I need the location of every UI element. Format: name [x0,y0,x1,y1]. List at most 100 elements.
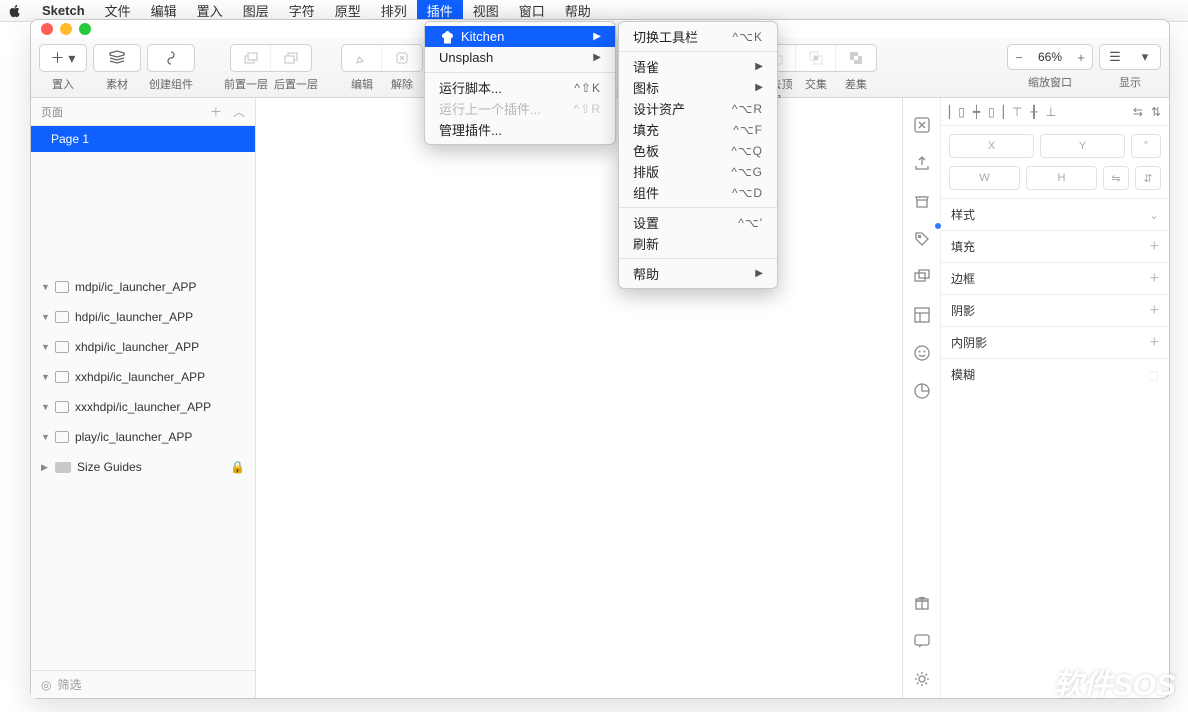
view-label: 显示 [1119,74,1141,90]
flip-h-icon[interactable]: ⇋ [1103,166,1129,190]
shadow-section[interactable]: 阴影+ [941,294,1169,326]
view-toggle-button[interactable]: ☰ [1100,49,1130,65]
close-button[interactable] [41,23,53,35]
chef-icon [439,29,455,45]
create-symbol-button[interactable] [148,45,194,71]
align-bot-icon[interactable]: ⊥ [1046,105,1056,119]
view-dropdown-button[interactable]: ▾ [1130,49,1160,65]
zoom-control[interactable]: − 66% + [1007,44,1093,70]
add-page-icon[interactable]: ＋ [210,105,222,119]
align-right-icon[interactable]: ▯▕ [988,105,1004,119]
components[interactable]: 组件^⌥D [619,182,777,203]
minimize-button[interactable] [60,23,72,35]
layer-item[interactable]: ▼hdpi/ic_launcher_APP [31,302,255,332]
maximize-button[interactable] [79,23,91,35]
settings[interactable]: 设置^⌥' [619,212,777,233]
palette[interactable]: 色板^⌥Q [619,140,777,161]
strip-smiley-icon[interactable] [903,334,941,372]
layer-item[interactable]: ▼play/ic_launcher_APP [31,422,255,452]
strip-gift-icon[interactable] [903,584,941,622]
send-backward-button[interactable] [271,45,311,71]
left-panel: 页面 ＋ ︿ Page 1 ▼mdpi/ic_launcher_APP ▼hdp… [31,98,256,698]
layer-item[interactable]: ▼xxxhdpi/ic_launcher_APP [31,392,255,422]
lock-icon[interactable]: 🔒 [230,460,245,474]
strip-store-icon[interactable] [903,182,941,220]
plugins-menu: Kitchen ▶ Unsplash▶ 运行脚本...^⇧K 运行上一个插件..… [424,21,616,145]
border-section[interactable]: 边框+ [941,262,1169,294]
zoom-in-button[interactable]: + [1070,50,1092,65]
w-field[interactable]: W [949,166,1020,190]
blur-section[interactable]: 模糊▢ [941,358,1169,390]
inner-shadow-section[interactable]: 内阴影+ [941,326,1169,358]
app-name[interactable]: Sketch [32,1,95,20]
strip-layout-icon[interactable] [903,296,941,334]
strip-settings-icon[interactable] [903,660,941,698]
design-assets[interactable]: 设计资产^⌥R [619,98,777,119]
align-left-icon[interactable]: ▏▯ [949,105,965,119]
zoom-label: 缩放窗口 [1028,74,1072,90]
notification-dot [934,222,942,230]
intersect-button[interactable] [796,45,836,71]
fill[interactable]: 填充^⌥F [619,119,777,140]
assets-label: 素材 [94,76,140,92]
align-center-icon[interactable]: ┿ [973,105,980,119]
help[interactable]: 帮助▶ [619,263,777,284]
kitchen-strip [903,98,941,698]
align-mid-icon[interactable]: ╂ [1030,105,1037,119]
layer-item[interactable]: ▼mdpi/ic_launcher_APP [31,272,255,302]
zoom-value[interactable]: 66% [1030,50,1070,64]
right-panel: ▏▯ ┿ ▯▕ ⊤ ╂ ⊥ ⇆ ⇅ X Y ° W H [902,98,1169,698]
apple-icon[interactable] [8,4,22,18]
filter-label: 筛选 [57,676,81,693]
h-field[interactable]: H [1026,166,1097,190]
collapse-pages-icon[interactable]: ︿ [233,105,245,119]
backward-label: 后置一层 [271,76,321,92]
forward-label: 前置一层 [221,76,271,92]
strip-upload-icon[interactable] [903,144,941,182]
unlink-label: 解除 [382,76,422,92]
strip-chart-icon[interactable] [903,372,941,410]
insert-label: 置入 [40,76,86,92]
plugin-unsplash[interactable]: Unsplash▶ [425,47,615,68]
manage-plugins[interactable]: 管理插件... [425,119,615,140]
y-field[interactable]: Y [1040,134,1125,158]
difference-button[interactable] [836,45,876,71]
layer-item[interactable]: ▼xxhdpi/ic_launcher_APP [31,362,255,392]
yuque[interactable]: 语雀▶ [619,56,777,77]
distribute-h-icon[interactable]: ⇆ [1133,105,1143,119]
plugin-kitchen[interactable]: Kitchen ▶ [425,26,615,47]
toggle-toolbar[interactable]: 切换工具栏^⌥K [619,26,777,47]
strip-message-icon[interactable] [903,622,941,660]
icons[interactable]: 图标▶ [619,77,777,98]
refresh[interactable]: 刷新 [619,233,777,254]
align-toolbar: ▏▯ ┿ ▯▕ ⊤ ╂ ⊥ ⇆ ⇅ [941,98,1169,126]
bring-forward-button[interactable] [231,45,271,71]
run-prev-script: 运行上一个插件...^⇧R [425,98,615,119]
layer-item[interactable]: ▼xhdpi/ic_launcher_APP [31,332,255,362]
angle-field[interactable]: ° [1131,134,1161,158]
x-field[interactable]: X [949,134,1034,158]
style-section[interactable]: 样式⌄ [941,198,1169,230]
edit-button[interactable] [342,45,382,71]
filter-row[interactable]: ◎ 筛选 [31,670,255,698]
create-label: 创建组件 [148,76,194,92]
run-script[interactable]: 运行脚本...^⇧K [425,77,615,98]
unlink-button[interactable] [382,45,422,71]
insert-button[interactable]: ＋ ▾ [40,45,86,71]
distribute-v-icon[interactable]: ⇅ [1151,105,1161,119]
page-item[interactable]: Page 1 [31,126,255,152]
watermark: 软件SOS [1019,660,1176,704]
assets-button[interactable] [94,45,140,71]
strip-home-icon[interactable] [903,106,941,144]
strip-tag-icon[interactable] [903,220,941,258]
zoom-out-button[interactable]: − [1008,50,1030,65]
flip-v-icon[interactable]: ⇵ [1135,166,1161,190]
canvas[interactable] [256,98,902,698]
align-top-icon[interactable]: ⊤ [1012,105,1022,119]
fill-section[interactable]: 填充+ [941,230,1169,262]
edit-label: 编辑 [342,76,382,92]
folder-item[interactable]: ▶Size Guides🔒 [31,452,255,482]
pages-header: 页面 [41,104,63,120]
strip-component-icon[interactable] [903,258,941,296]
layout[interactable]: 排版^⌥G [619,161,777,182]
